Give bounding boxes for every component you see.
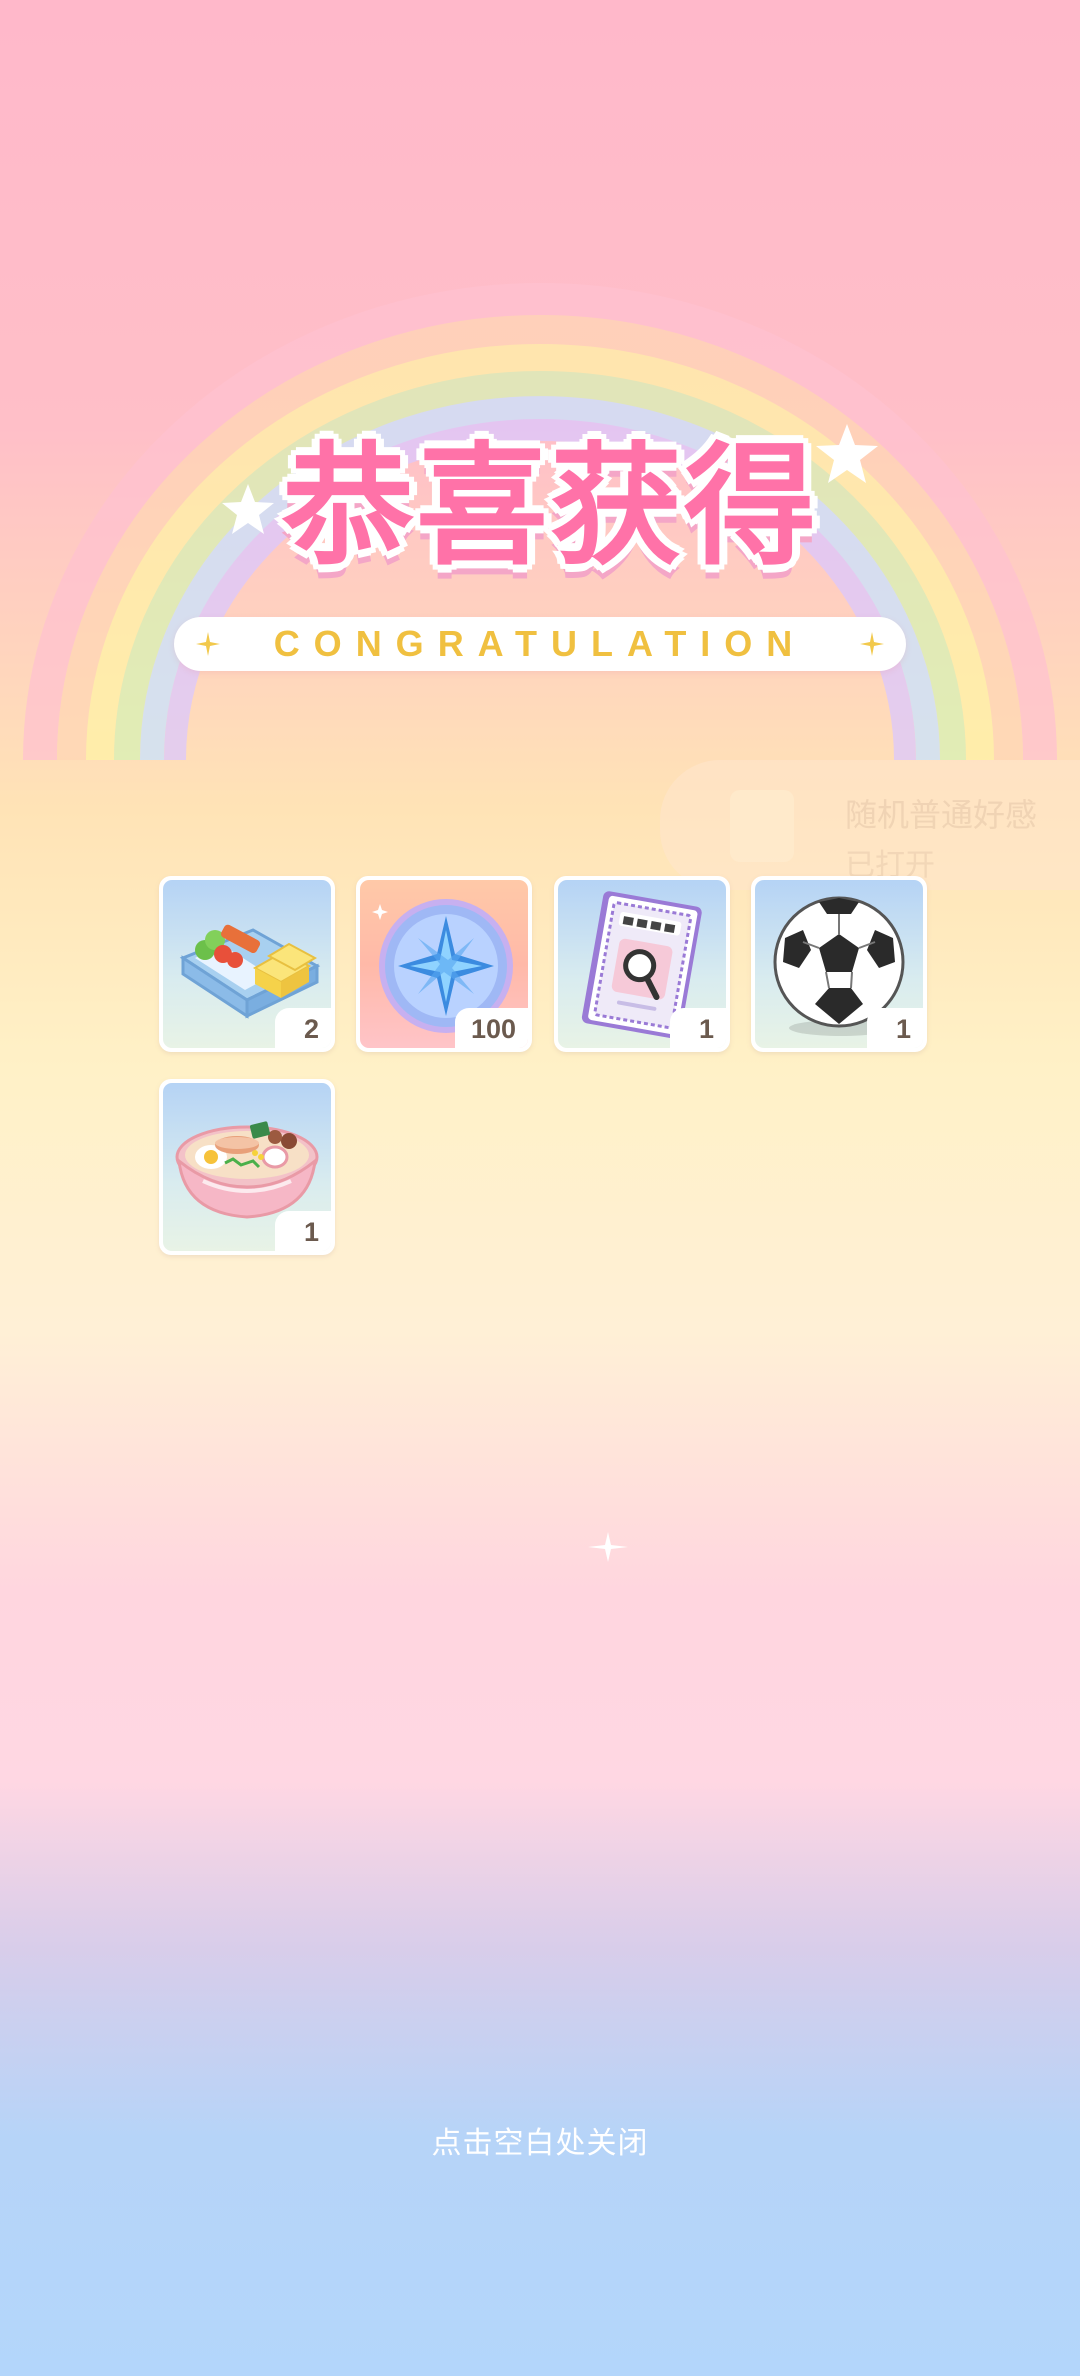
reward-item-bento[interactable]: 2 (159, 876, 335, 1052)
background-toast-text: 随机普通好感 (845, 796, 1038, 834)
reward-quantity: 100 (454, 1008, 528, 1048)
close-hint-text[interactable]: 点击空白处关闭 (0, 2118, 1080, 2162)
reward-quantity: 1 (670, 1008, 726, 1048)
congratulations-title: 恭喜获得 (282, 430, 818, 584)
congratulation-subtitle: CONGRATULATION (273, 623, 807, 664)
reward-item-book[interactable]: 1 (554, 876, 730, 1052)
reward-quantity: 1 (867, 1008, 923, 1048)
reward-item-ball[interactable]: 1 (751, 876, 927, 1052)
reward-quantity: 2 (275, 1008, 331, 1048)
reward-item-ramen[interactable]: 1 (159, 1079, 335, 1255)
reward-item-coin[interactable]: 100 (356, 876, 532, 1052)
sparkle-icon (588, 1532, 628, 1562)
reward-quantity: 1 (275, 1211, 331, 1251)
gift-icon (730, 790, 794, 862)
